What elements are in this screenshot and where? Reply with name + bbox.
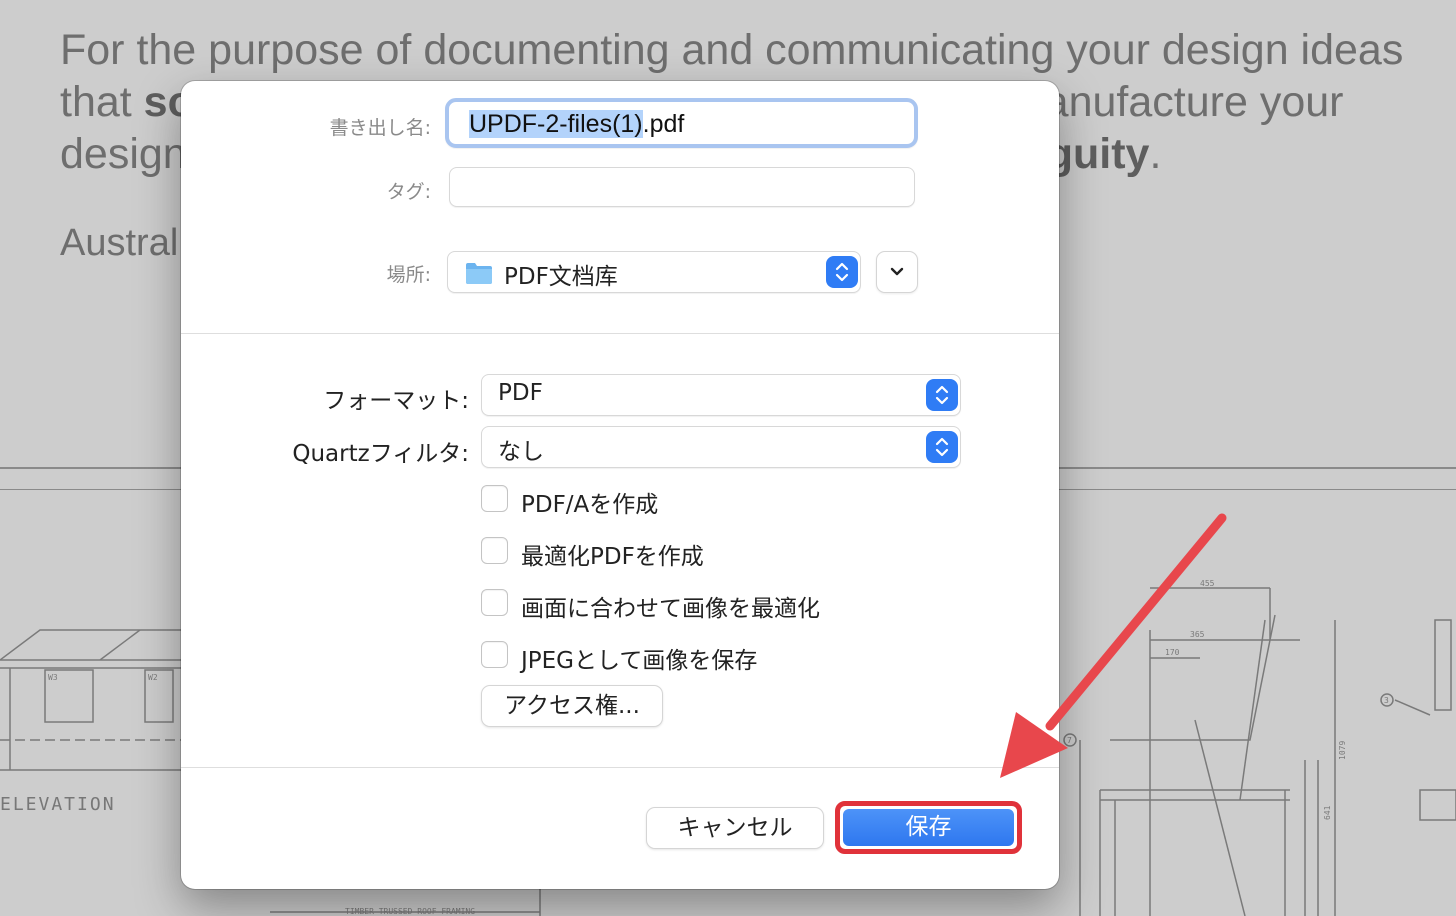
up-down-chevron-icon <box>926 431 958 463</box>
export-name-input[interactable]: UPDF-2-files(1).pdf <box>445 98 918 148</box>
up-down-chevron-icon <box>926 379 958 411</box>
create-pdfa-checkbox[interactable] <box>481 485 508 512</box>
quartz-filter-popup[interactable]: なし <box>481 426 961 468</box>
location-popup[interactable]: PDF文档库 <box>447 251 861 293</box>
save-button[interactable]: 保存 <box>843 809 1014 846</box>
folder-icon <box>466 263 492 284</box>
expand-dialog-button[interactable] <box>876 251 918 293</box>
save-button-highlight: 保存 <box>835 801 1022 854</box>
dimension-label: 455 <box>1200 579 1215 588</box>
up-down-chevron-icon <box>826 256 858 288</box>
quartz-filter-label: Quartzフィルタ: <box>292 441 469 467</box>
format-popup[interactable]: PDF <box>481 374 961 416</box>
section-divider <box>181 333 1059 334</box>
format-label: フォーマット: <box>323 388 469 414</box>
dimension-label: 365 <box>1190 630 1205 639</box>
callout-label: 3 <box>1384 696 1389 705</box>
optimize-pdf-label: 最適化PDFを作成 <box>521 544 704 570</box>
location-value: PDF文档库 <box>504 264 618 290</box>
window-tag: W3 <box>48 673 58 682</box>
optimize-images-label: 画面に合わせて画像を最適化 <box>521 596 820 622</box>
chevron-down-icon <box>890 267 904 276</box>
permissions-button[interactable]: アクセス権... <box>481 685 663 727</box>
callout-label: 7 <box>1067 736 1072 745</box>
optimize-pdf-checkbox[interactable] <box>481 537 508 564</box>
cancel-button[interactable]: キャンセル <box>646 807 824 849</box>
dimension-label: 1079 <box>1338 741 1347 760</box>
export-dialog: 書き出し名: UPDF-2-files(1).pdf タグ: 場所: PDF文档… <box>181 81 1059 889</box>
location-label: 場所: <box>386 264 431 286</box>
tag-label: タグ: <box>386 181 431 203</box>
save-jpeg-label: JPEGとして画像を保存 <box>521 648 758 674</box>
dimension-label: 641 <box>1323 805 1332 820</box>
export-name-label: 書き出し名: <box>329 117 431 139</box>
section-divider <box>181 767 1059 768</box>
window-tag: W2 <box>148 673 158 682</box>
optimize-images-checkbox[interactable] <box>481 589 508 616</box>
filename-extension: .pdf <box>642 110 685 138</box>
drawing-caption: TIMBER TRUSSED ROOF FRAMING <box>345 907 475 916</box>
format-value: PDF <box>498 380 543 406</box>
create-pdfa-label: PDF/Aを作成 <box>521 492 659 518</box>
save-jpeg-checkbox[interactable] <box>481 641 508 668</box>
quartz-filter-value: なし <box>498 439 544 465</box>
filename-selected-text: UPDF-2-files(1) <box>469 110 643 138</box>
dimension-label: 170 <box>1165 648 1180 657</box>
tag-input[interactable] <box>449 167 915 207</box>
